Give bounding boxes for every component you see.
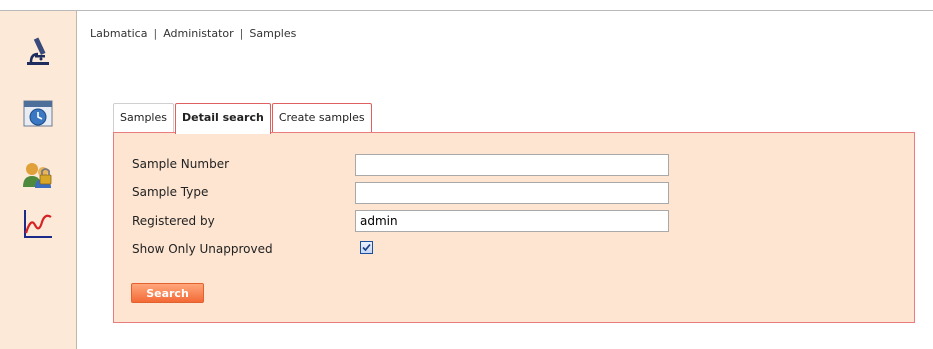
- tab-detail-search[interactable]: Detail search: [174, 103, 271, 134]
- registered-by-label: Registered by: [132, 214, 215, 228]
- breadcrumb-item[interactable]: Labmatica: [90, 27, 147, 40]
- microscope-icon[interactable]: [21, 35, 55, 69]
- registered-by-input[interactable]: [355, 210, 669, 232]
- sample-number-label: Sample Number: [132, 157, 230, 171]
- detail-search-panel: Sample Number Sample Type Registered by …: [113, 132, 915, 323]
- breadcrumb-separator: |: [153, 27, 158, 40]
- tab-samples[interactable]: Samples: [113, 103, 174, 132]
- breadcrumb: Labmatica | Administator | Samples: [90, 27, 296, 40]
- user-lock-icon[interactable]: [21, 157, 55, 191]
- breadcrumb-separator: |: [239, 27, 244, 40]
- chart-icon[interactable]: [21, 207, 55, 241]
- show-only-unapproved-label: Show Only Unapproved: [132, 242, 273, 256]
- search-button[interactable]: Search: [131, 283, 204, 303]
- page: Labmatica | Administator | Samples Samples D…: [0, 0, 933, 349]
- checkmark-icon: [362, 243, 371, 252]
- sample-number-input[interactable]: [355, 154, 669, 176]
- show-only-unapproved-checkbox[interactable]: [360, 241, 373, 254]
- breadcrumb-item[interactable]: Administator: [163, 27, 233, 40]
- tab-bar: Samples Detail search Create samples: [113, 103, 373, 134]
- sidebar: [0, 11, 77, 349]
- calendar-clock-icon[interactable]: [21, 97, 55, 131]
- top-divider: [0, 10, 933, 11]
- sample-type-label: Sample Type: [132, 185, 209, 199]
- sample-type-input[interactable]: [355, 182, 669, 204]
- tab-create-samples[interactable]: Create samples: [271, 103, 372, 132]
- breadcrumb-item[interactable]: Samples: [249, 27, 296, 40]
